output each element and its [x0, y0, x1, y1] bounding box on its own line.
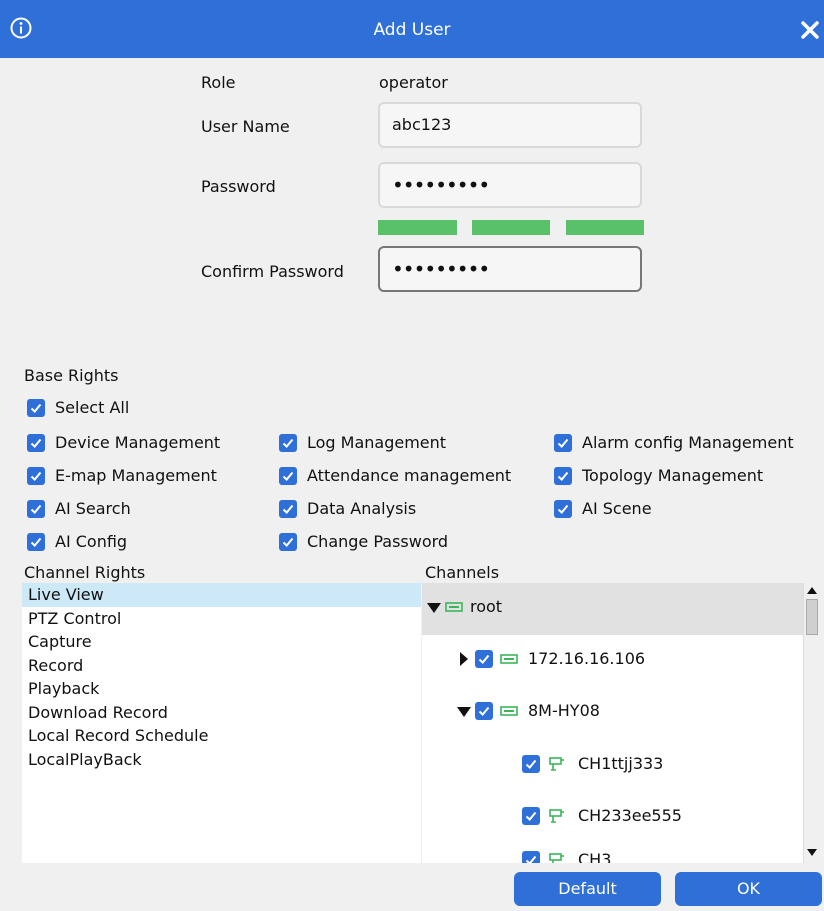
password-label: Password [201, 177, 276, 196]
close-icon[interactable] [801, 21, 819, 39]
topology-management-label: Topology Management [582, 466, 764, 485]
ai-scene-checkbox[interactable] [554, 500, 572, 518]
channel-right-playback[interactable]: Playback [22, 677, 421, 701]
channel-rights-title: Channel Rights [24, 563, 146, 582]
default-button[interactable]: Default [514, 872, 661, 906]
change-password-label: Change Password [307, 532, 449, 551]
tree-node-ch233ee555[interactable]: CH233ee555 [422, 791, 803, 843]
password-strength-bar-1 [378, 220, 457, 235]
node-checkbox[interactable] [522, 807, 540, 825]
node-checkbox[interactable] [522, 851, 540, 863]
ok-button[interactable]: OK [675, 872, 822, 906]
channel-right-ptz-control[interactable]: PTZ Control [22, 607, 421, 631]
data-analysis-label: Data Analysis [307, 499, 417, 518]
select-all-label: Select All [55, 398, 130, 417]
password-field[interactable]: ••••••••• [378, 162, 642, 208]
log-management-label: Log Management [307, 433, 447, 452]
tree-node-label: CH3 [578, 850, 612, 863]
ai-config-checkbox[interactable] [27, 533, 45, 551]
node-checkbox[interactable] [475, 702, 493, 720]
scroll-down-icon[interactable] [807, 849, 817, 857]
channel-right-localplayback[interactable]: LocalPlayBack [22, 748, 421, 772]
dialog-titlebar: Add User [0, 0, 824, 58]
confirm-password-label: Confirm Password [201, 262, 344, 281]
confirm-password-field[interactable]: ••••••••• [378, 246, 642, 292]
scrollbar-thumb[interactable] [806, 599, 818, 635]
device-icon [500, 706, 518, 716]
tree-node-label: root [470, 597, 503, 616]
tree-node-ch1ttjj333[interactable]: CH1ttjj333 [422, 739, 803, 791]
emap-management-label: E-map Management [55, 466, 217, 485]
select-all-checkbox[interactable] [27, 399, 45, 417]
topology-management-checkbox[interactable] [554, 467, 572, 485]
tree-node-label: CH1ttjj333 [578, 754, 664, 773]
node-checkbox[interactable] [475, 650, 493, 668]
channel-right-live-view[interactable]: Live View [22, 583, 421, 607]
channel-right-download-record[interactable]: Download Record [22, 701, 421, 725]
expand-arrow-icon[interactable] [427, 602, 441, 614]
alarm-config-management-checkbox[interactable] [554, 434, 572, 452]
alarm-config-management-label: Alarm config Management [582, 433, 794, 452]
base-rights-title: Base Rights [24, 366, 119, 385]
attendance-management-label: Attendance management [307, 466, 512, 485]
role-value: operator [379, 73, 448, 92]
device-management-label: Device Management [55, 433, 221, 452]
ai-search-checkbox[interactable] [27, 500, 45, 518]
password-strength-bar-2 [472, 220, 550, 235]
channels-tree[interactable]: root 172.16.16.106 8M-HY08 CH1ttjj333 CH… [422, 583, 803, 863]
log-management-checkbox[interactable] [279, 434, 297, 452]
tree-node-label: 8M-HY08 [528, 701, 600, 720]
ai-scene-label: AI Scene [582, 499, 652, 518]
channel-rights-list[interactable]: Live View PTZ Control Capture Record Pla… [22, 583, 421, 863]
username-label: User Name [201, 117, 290, 136]
camera-icon [549, 853, 564, 863]
scroll-up-icon[interactable] [807, 586, 817, 594]
ai-search-label: AI Search [55, 499, 131, 518]
username-field[interactable]: abc123 [378, 102, 642, 148]
data-analysis-checkbox[interactable] [279, 500, 297, 518]
role-label: Role [201, 73, 236, 92]
attendance-management-checkbox[interactable] [279, 467, 297, 485]
tree-node-root[interactable]: root [422, 583, 803, 635]
tree-node-172-16-16-106[interactable]: 172.16.16.106 [422, 635, 803, 687]
tree-node-label: CH233ee555 [578, 806, 682, 825]
channel-right-capture[interactable]: Capture [22, 630, 421, 654]
tree-node-8m-hy08[interactable]: 8M-HY08 [422, 687, 803, 739]
tree-node-label: 172.16.16.106 [528, 649, 646, 668]
channels-scrollbar[interactable] [803, 583, 820, 863]
channels-title: Channels [425, 563, 500, 582]
channel-right-local-record-schedule[interactable]: Local Record Schedule [22, 724, 421, 748]
password-strength-bar-3 [566, 220, 644, 235]
change-password-checkbox[interactable] [279, 533, 297, 551]
device-icon [445, 602, 463, 612]
device-management-checkbox[interactable] [27, 434, 45, 452]
dialog-title: Add User [373, 20, 451, 40]
camera-icon [549, 809, 564, 823]
channel-right-record[interactable]: Record [22, 654, 421, 678]
device-icon [500, 654, 518, 664]
collapse-arrow-icon[interactable] [459, 652, 469, 666]
ai-config-label: AI Config [55, 532, 128, 551]
tree-node-ch3[interactable]: CH3 [422, 843, 803, 863]
emap-management-checkbox[interactable] [27, 467, 45, 485]
node-checkbox[interactable] [522, 755, 540, 773]
expand-arrow-icon[interactable] [457, 706, 471, 718]
camera-icon [549, 757, 564, 771]
